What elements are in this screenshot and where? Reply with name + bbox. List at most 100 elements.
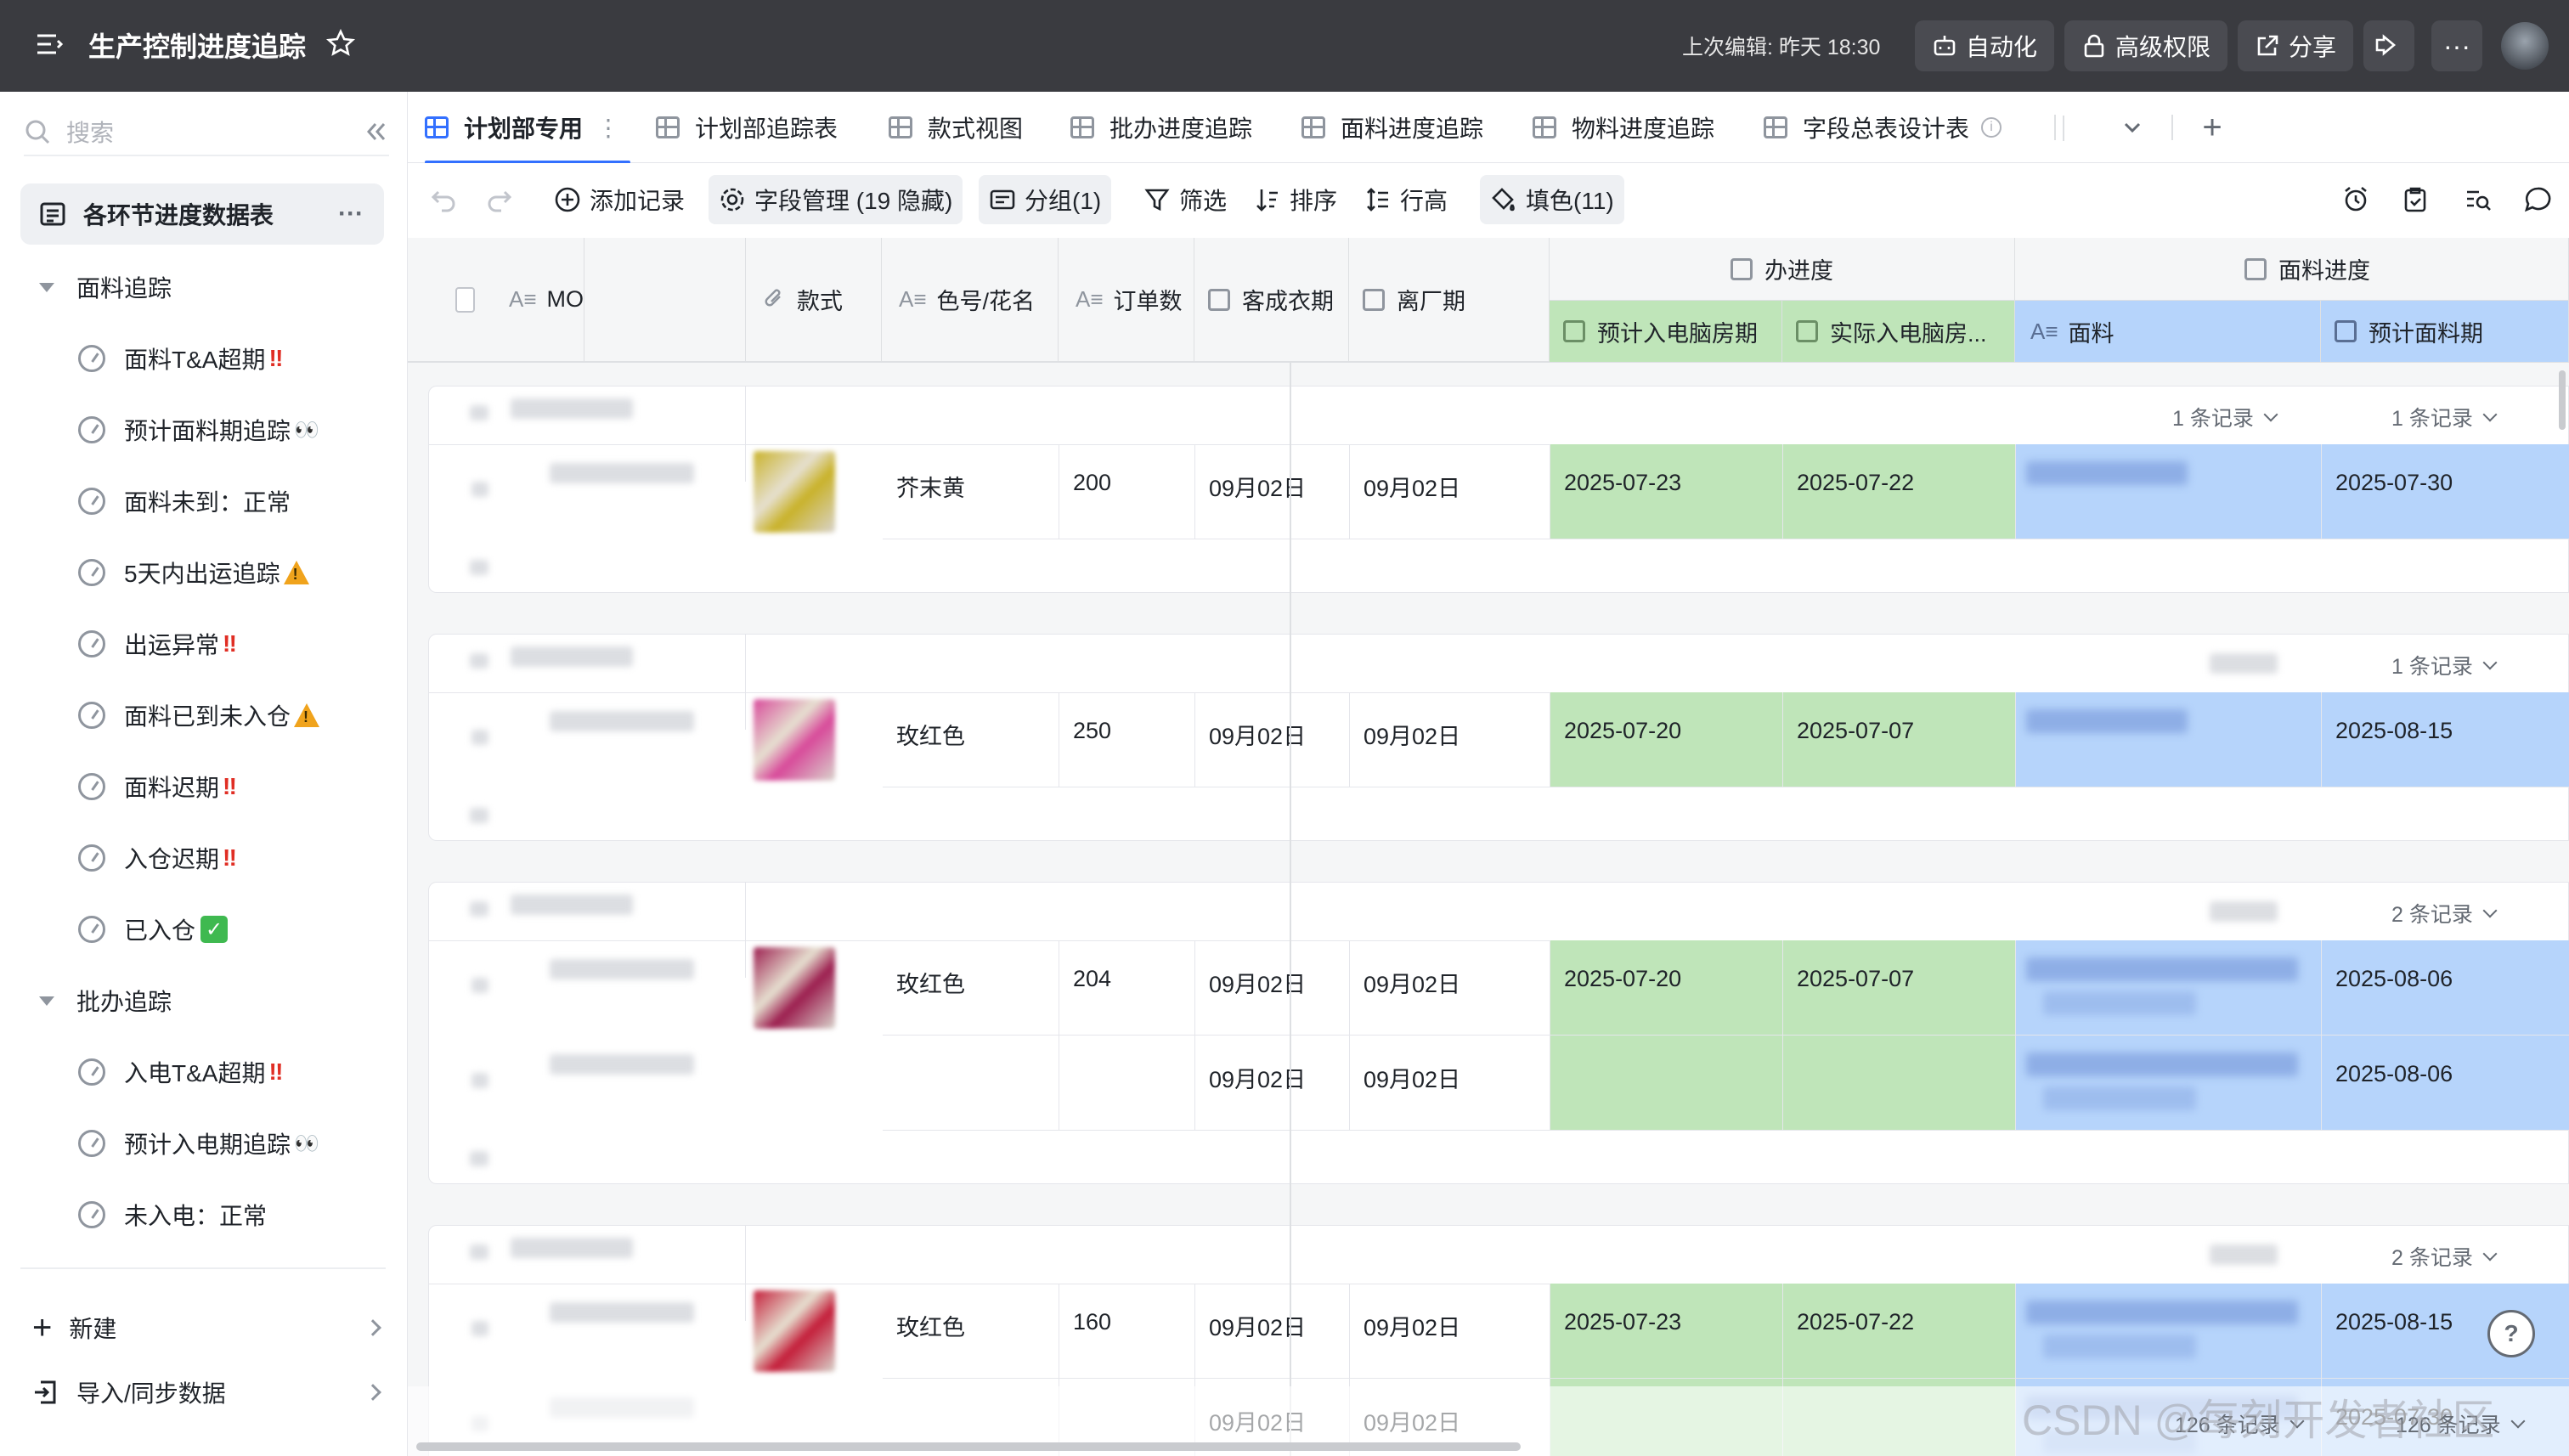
record-count[interactable]: 1 条记录	[2172, 402, 2276, 432]
cell-est-fabric[interactable]: 2025-08-06	[2322, 940, 2569, 1036]
field-manage-button[interactable]: 字段管理 (19 隐藏)	[709, 175, 963, 224]
cell-color[interactable]: 玫红色	[883, 692, 1059, 787]
fill-color-button[interactable]: 填色(11)	[1480, 175, 1624, 224]
filter-button[interactable]: 筛选	[1133, 175, 1237, 224]
sidebar-view-item[interactable]: 预计面料期追踪 👀	[78, 394, 319, 466]
cell-act-pc[interactable]	[1783, 1036, 2016, 1131]
alarm-icon[interactable]	[2331, 175, 2389, 224]
tab-2[interactable]: 款式视图	[889, 92, 1040, 163]
cell-act-pc[interactable]: 2025-07-07	[1783, 940, 2016, 1036]
style-image-thumbnail[interactable]	[754, 947, 835, 1029]
comment-icon[interactable]	[2513, 175, 2569, 224]
group-header-batch[interactable]: 办进度	[1550, 238, 2015, 301]
cell-customer-date[interactable]: 09月02日	[1195, 940, 1350, 1036]
search-records-icon[interactable]	[2453, 175, 2511, 224]
cell-color[interactable]: 玫红色	[883, 940, 1059, 1036]
sidebar-view-item[interactable]: 面料迟期 ‼	[78, 751, 237, 822]
record-count[interactable]: 2 条记录	[2391, 1241, 2495, 1272]
advanced-permission-button[interactable]: 高级权限	[2064, 20, 2228, 71]
sort-button[interactable]: 排序	[1244, 175, 1347, 224]
avatar[interactable]	[2501, 22, 2549, 70]
sidebar-view-item[interactable]: 5天内出运追踪	[78, 537, 309, 608]
share-button[interactable]: 分享	[2238, 20, 2354, 71]
cell-exit-date[interactable]: 09月02日	[1350, 692, 1550, 787]
sidebar-group-1[interactable]: 批办追踪	[39, 965, 172, 1036]
style-image-thumbnail[interactable]	[754, 451, 835, 533]
sidebar-view-item[interactable]: 未入电：正常	[78, 1179, 267, 1250]
column-header-est-pc[interactable]: 预计入电脑房期	[1550, 301, 1782, 362]
cell-act-pc[interactable]: 2025-07-22	[1783, 444, 2016, 539]
record-count[interactable]: 2 条记录	[2391, 898, 2495, 928]
cell-color[interactable]: 芥末黄	[883, 444, 1059, 539]
sidebar-view-item[interactable]: 出运异常 ‼	[78, 608, 237, 680]
sidebar-search[interactable]: 搜索	[24, 109, 389, 156]
column-header-exit-date[interactable]: 离厂期	[1349, 238, 1550, 362]
more-icon[interactable]: ···	[338, 200, 364, 229]
cell-color[interactable]: 玫红色	[883, 1284, 1059, 1379]
cell-exit-date[interactable]: 09月02日	[1350, 1036, 1550, 1131]
vertical-scrollbar[interactable]	[2559, 370, 2566, 430]
select-all-checkbox[interactable]	[455, 286, 475, 313]
cell-fabric[interactable]	[2016, 1036, 2322, 1131]
cell-fabric[interactable]	[2016, 1284, 2322, 1379]
tab-1[interactable]: 计划部追踪表	[656, 92, 860, 163]
cell-act-pc[interactable]: 2025-07-22	[1783, 1284, 2016, 1379]
cell-est-fabric[interactable]: 2025-07-30	[2322, 444, 2569, 539]
cell-est-pc[interactable]: 2025-07-23	[1550, 444, 1783, 539]
sidebar-view-item[interactable]: 面料T&A超期 ‼	[78, 323, 283, 394]
group-header-fabric[interactable]: 面料进度	[2015, 238, 2569, 301]
automation-button[interactable]: 自动化	[1915, 20, 2055, 71]
cell-customer-date[interactable]: 09月02日	[1195, 1284, 1350, 1379]
redo-icon[interactable]	[474, 175, 532, 224]
help-icon[interactable]: ?	[2487, 1310, 2535, 1357]
style-image-thumbnail[interactable]	[754, 699, 835, 781]
sidebar-item-main-table[interactable]: 各环节进度数据表 ···	[20, 183, 384, 245]
cell-est-pc[interactable]: 2025-07-20	[1550, 692, 1783, 787]
more-icon[interactable]: ···	[2431, 20, 2482, 71]
add-view-button[interactable]: +	[2187, 92, 2238, 163]
column-header-style[interactable]: 款式	[746, 238, 882, 362]
group-button[interactable]: 分组(1)	[979, 175, 1112, 224]
clipboard-check-icon[interactable]	[2391, 175, 2448, 224]
horizontal-scrollbar[interactable]	[416, 1442, 1521, 1451]
cell-qty[interactable]: 160	[1059, 1284, 1195, 1379]
cell-exit-date[interactable]: 09月02日	[1350, 1284, 1550, 1379]
cell-est-pc[interactable]: 2025-07-23	[1550, 1284, 1783, 1379]
new-button[interactable]: + 新建	[20, 1298, 386, 1357]
column-header-est-fabric[interactable]: 预计面料期	[2321, 301, 2569, 362]
record-count[interactable]: 1 条记录	[2391, 402, 2495, 432]
row-height-button[interactable]: 行高	[1354, 175, 1458, 224]
sidebar-view-item[interactable]: 已入仓 ✓	[78, 894, 229, 965]
column-header-fabric[interactable]: A≡ 面料	[2015, 301, 2321, 362]
sidebar-view-item[interactable]: 入仓迟期 ‼	[78, 822, 237, 894]
sidebar-group-0[interactable]: 面料追踪	[39, 251, 172, 323]
collapse-sidebar-icon[interactable]	[364, 119, 389, 144]
cell-est-pc[interactable]	[1550, 1036, 1783, 1131]
cell-fabric[interactable]	[2016, 940, 2322, 1036]
tabs-dropdown-icon[interactable]	[2107, 92, 2158, 163]
column-header-act-pc[interactable]: 实际入电脑房...	[1782, 301, 2015, 362]
cell-est-fabric[interactable]: 2025-08-06	[2322, 1036, 2569, 1131]
cell-qty[interactable]: 204	[1059, 940, 1195, 1036]
cell-fabric[interactable]	[2016, 444, 2322, 539]
column-header-mo[interactable]: A≡ MO	[408, 238, 584, 362]
sidebar-view-item[interactable]: 入电T&A超期 ‼	[78, 1036, 283, 1108]
undo-icon[interactable]	[420, 175, 477, 224]
cell-color[interactable]	[883, 1036, 1059, 1131]
cell-qty[interactable]: 250	[1059, 692, 1195, 787]
record-count[interactable]: 1 条记录	[2391, 650, 2495, 680]
tab-4[interactable]: 面料进度追踪	[1301, 92, 1502, 163]
style-image-thumbnail[interactable]	[754, 1290, 835, 1372]
cell-qty[interactable]	[1059, 1036, 1195, 1131]
tab-6[interactable]: 字段总表设计表 i	[1764, 92, 2019, 163]
tab-menu-icon[interactable]: ⋮	[596, 114, 620, 142]
star-icon[interactable]	[326, 29, 355, 58]
info-icon[interactable]: i	[1981, 117, 2002, 138]
cell-customer-date[interactable]: 09月02日	[1195, 692, 1350, 787]
cell-est-pc[interactable]: 2025-07-20	[1550, 940, 1783, 1036]
cell-qty[interactable]: 200	[1059, 444, 1195, 539]
cell-exit-date[interactable]: 09月02日	[1350, 940, 1550, 1036]
cell-customer-date[interactable]: 09月02日	[1195, 444, 1350, 539]
open-external-button[interactable]	[2363, 20, 2414, 71]
tab-5[interactable]: 物料进度追踪	[1533, 92, 1733, 163]
